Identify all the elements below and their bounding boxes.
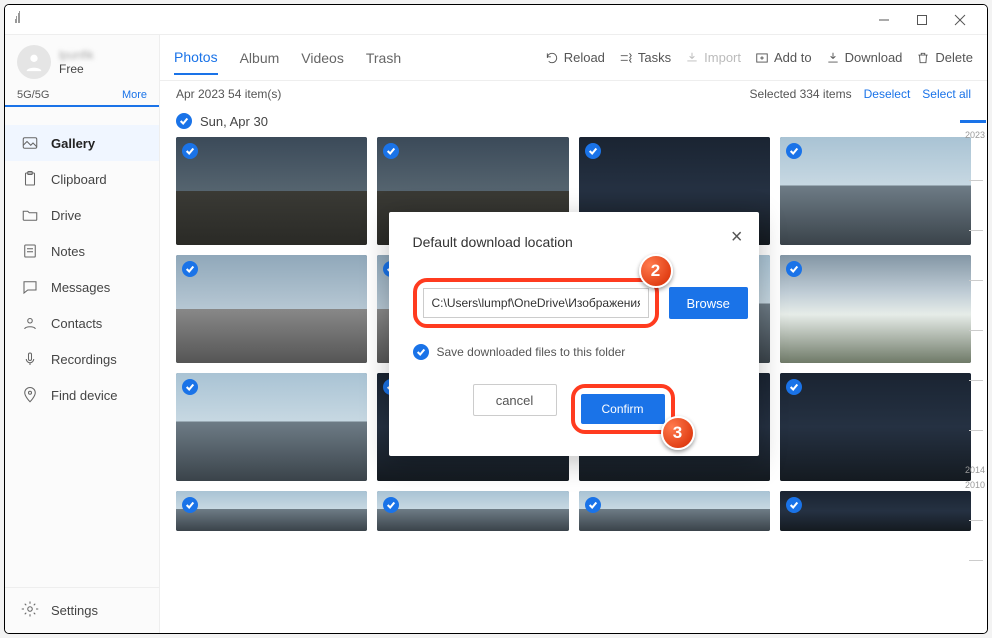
step-marker: 3 bbox=[661, 416, 695, 450]
sidebar-item-label: Recordings bbox=[51, 352, 117, 367]
modal-overlay: Default download location × 2 Browse Sav… bbox=[160, 35, 987, 633]
close-button[interactable] bbox=[941, 5, 979, 35]
avatar bbox=[17, 45, 51, 79]
storage-bar: 5G/5G More bbox=[5, 83, 159, 107]
notes-icon bbox=[21, 242, 39, 260]
contacts-icon bbox=[21, 314, 39, 332]
save-checkbox[interactable] bbox=[413, 344, 429, 360]
sidebar-item-contacts[interactable]: Contacts bbox=[5, 305, 159, 341]
sidebar-item-drive[interactable]: Drive bbox=[5, 197, 159, 233]
location-icon bbox=[21, 386, 39, 404]
minimize-button[interactable] bbox=[865, 5, 903, 35]
confirm-button[interactable]: Confirm bbox=[581, 394, 665, 424]
signal-icon bbox=[15, 11, 19, 23]
profile-plan: Free bbox=[59, 62, 94, 76]
download-location-modal: Default download location × 2 Browse Sav… bbox=[389, 212, 759, 456]
annotation-highlight: 2 bbox=[413, 278, 659, 328]
sidebar-item-settings[interactable]: Settings bbox=[5, 587, 159, 633]
drive-icon bbox=[21, 206, 39, 224]
sidebar-item-label: Clipboard bbox=[51, 172, 107, 187]
storage-more-link[interactable]: More bbox=[122, 89, 147, 101]
storage-used: 5G/5G bbox=[17, 89, 49, 101]
step-marker: 2 bbox=[639, 254, 673, 288]
sidebar-item-label: Find device bbox=[51, 388, 117, 403]
sidebar-item-clipboard[interactable]: Clipboard bbox=[5, 161, 159, 197]
titlebar bbox=[5, 5, 987, 35]
sidebar-item-label: Drive bbox=[51, 208, 81, 223]
clipboard-icon bbox=[21, 170, 39, 188]
sidebar-item-label: Gallery bbox=[51, 136, 95, 151]
profile[interactable]: lpunfik Free bbox=[5, 35, 159, 83]
sidebar-item-messages[interactable]: Messages bbox=[5, 269, 159, 305]
app-window: lpunfik Free 5G/5G More Gallery Clipboar… bbox=[4, 4, 988, 634]
sidebar-item-gallery[interactable]: Gallery bbox=[5, 125, 159, 161]
sidebar-item-label: Messages bbox=[51, 280, 110, 295]
sidebar-item-label: Contacts bbox=[51, 316, 102, 331]
gear-icon bbox=[21, 600, 39, 621]
sidebar-item-label: Notes bbox=[51, 244, 85, 259]
sidebar-item-recordings[interactable]: Recordings bbox=[5, 341, 159, 377]
save-label: Save downloaded files to this folder bbox=[437, 345, 626, 359]
annotation-highlight: Confirm 3 bbox=[571, 384, 675, 434]
download-path-input[interactable] bbox=[423, 288, 649, 318]
browse-button[interactable]: Browse bbox=[669, 287, 748, 319]
recordings-icon bbox=[21, 350, 39, 368]
sidebar: lpunfik Free 5G/5G More Gallery Clipboar… bbox=[5, 35, 160, 633]
maximize-button[interactable] bbox=[903, 5, 941, 35]
main: Photos Album Videos Trash Reload Tasks I… bbox=[160, 35, 987, 633]
sidebar-item-label: Settings bbox=[51, 603, 98, 618]
gallery-icon bbox=[21, 134, 39, 152]
close-icon[interactable]: × bbox=[731, 226, 743, 249]
sidebar-item-notes[interactable]: Notes bbox=[5, 233, 159, 269]
sidebar-item-find-device[interactable]: Find device bbox=[5, 377, 159, 413]
cancel-button[interactable]: cancel bbox=[473, 384, 557, 416]
modal-title: Default download location bbox=[413, 234, 735, 250]
messages-icon bbox=[21, 278, 39, 296]
profile-name: lpunfik bbox=[59, 48, 94, 62]
